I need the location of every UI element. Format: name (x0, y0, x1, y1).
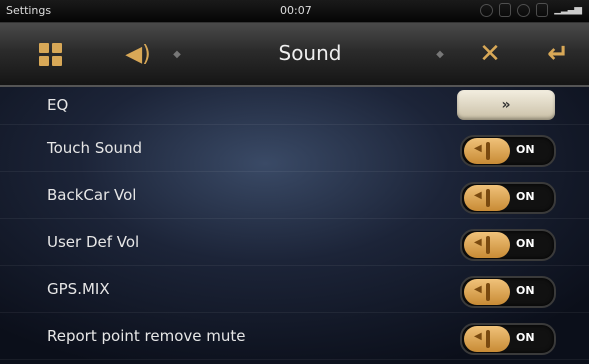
sound-settings-screen: Settings 00:07 ▁▂▃▅ ◀) ◆ Sound ◆ ✕ ↵ EQ … (0, 0, 589, 364)
toggle-state: ON (516, 331, 535, 344)
back-button[interactable]: ↵ (536, 23, 580, 85)
row-label: Report point remove mute (47, 327, 246, 345)
toggle-knob (464, 279, 510, 305)
toggle-knob (464, 138, 510, 164)
apps-grid-icon (38, 42, 62, 66)
tools-icon: ✕ (479, 39, 501, 69)
clock: 00:07 (280, 4, 312, 17)
speaker-button[interactable]: ◀) (118, 23, 158, 85)
toggle-knob (464, 185, 510, 211)
row-gps-mix: GPS.MIX ON (0, 266, 589, 313)
status-bar: Settings 00:07 ▁▂▃▅ (0, 0, 589, 23)
toolbar: ◀) ◆ Sound ◆ ✕ ↵ (0, 23, 589, 87)
gps-mix-toggle[interactable]: ON (460, 276, 556, 308)
row-report-point: Report point remove mute ON (0, 313, 589, 360)
row-label: EQ (47, 96, 69, 114)
next-page-button[interactable]: ◆ (433, 23, 447, 85)
toggle-state: ON (516, 284, 535, 297)
row-eq: EQ » (0, 88, 589, 125)
backcar-vol-toggle[interactable]: ON (460, 182, 556, 214)
speaker-icon: ◀) (125, 41, 151, 67)
toggle-state: ON (516, 143, 535, 156)
toggle-knob (464, 232, 510, 258)
phone-status-icon (536, 3, 549, 17)
row-touch-sound: Touch Sound ON (0, 125, 589, 172)
enter-back-icon: ↵ (547, 39, 569, 69)
touch-sound-toggle[interactable]: ON (460, 135, 556, 167)
app-name: Settings (6, 4, 52, 17)
row-label: BackCar Vol (47, 186, 137, 204)
row-user-def-vol: User Def Vol ON (0, 219, 589, 266)
report-point-toggle[interactable]: ON (460, 323, 556, 355)
card-status-icon (499, 3, 512, 17)
previous-page-button[interactable]: ◆ (170, 23, 184, 85)
gps-status-icon (480, 3, 494, 17)
chevron-right-icon: ◆ (436, 48, 444, 60)
signal-strength-icon: ▁▂▃▅ (554, 4, 582, 15)
status-icons: ▁▂▃▅ (480, 3, 582, 17)
apps-grid-button[interactable] (30, 23, 70, 85)
page-title: Sound (278, 41, 342, 65)
bluetooth-status-icon (517, 3, 531, 17)
toggle-state: ON (516, 237, 535, 250)
row-label: Touch Sound (47, 139, 143, 157)
row-label: GPS.MIX (47, 280, 110, 298)
toggle-state: ON (516, 190, 535, 203)
settings-list: EQ » Touch Sound ON BackCar Vol ON User … (0, 88, 589, 360)
eq-open-button[interactable]: » (457, 90, 555, 120)
chevron-left-icon: ◆ (173, 48, 181, 60)
toggle-knob (464, 326, 510, 352)
user-def-vol-toggle[interactable]: ON (460, 229, 556, 261)
row-backcar-vol: BackCar Vol ON (0, 172, 589, 219)
row-label: User Def Vol (47, 233, 140, 251)
tools-button[interactable]: ✕ (468, 23, 512, 85)
